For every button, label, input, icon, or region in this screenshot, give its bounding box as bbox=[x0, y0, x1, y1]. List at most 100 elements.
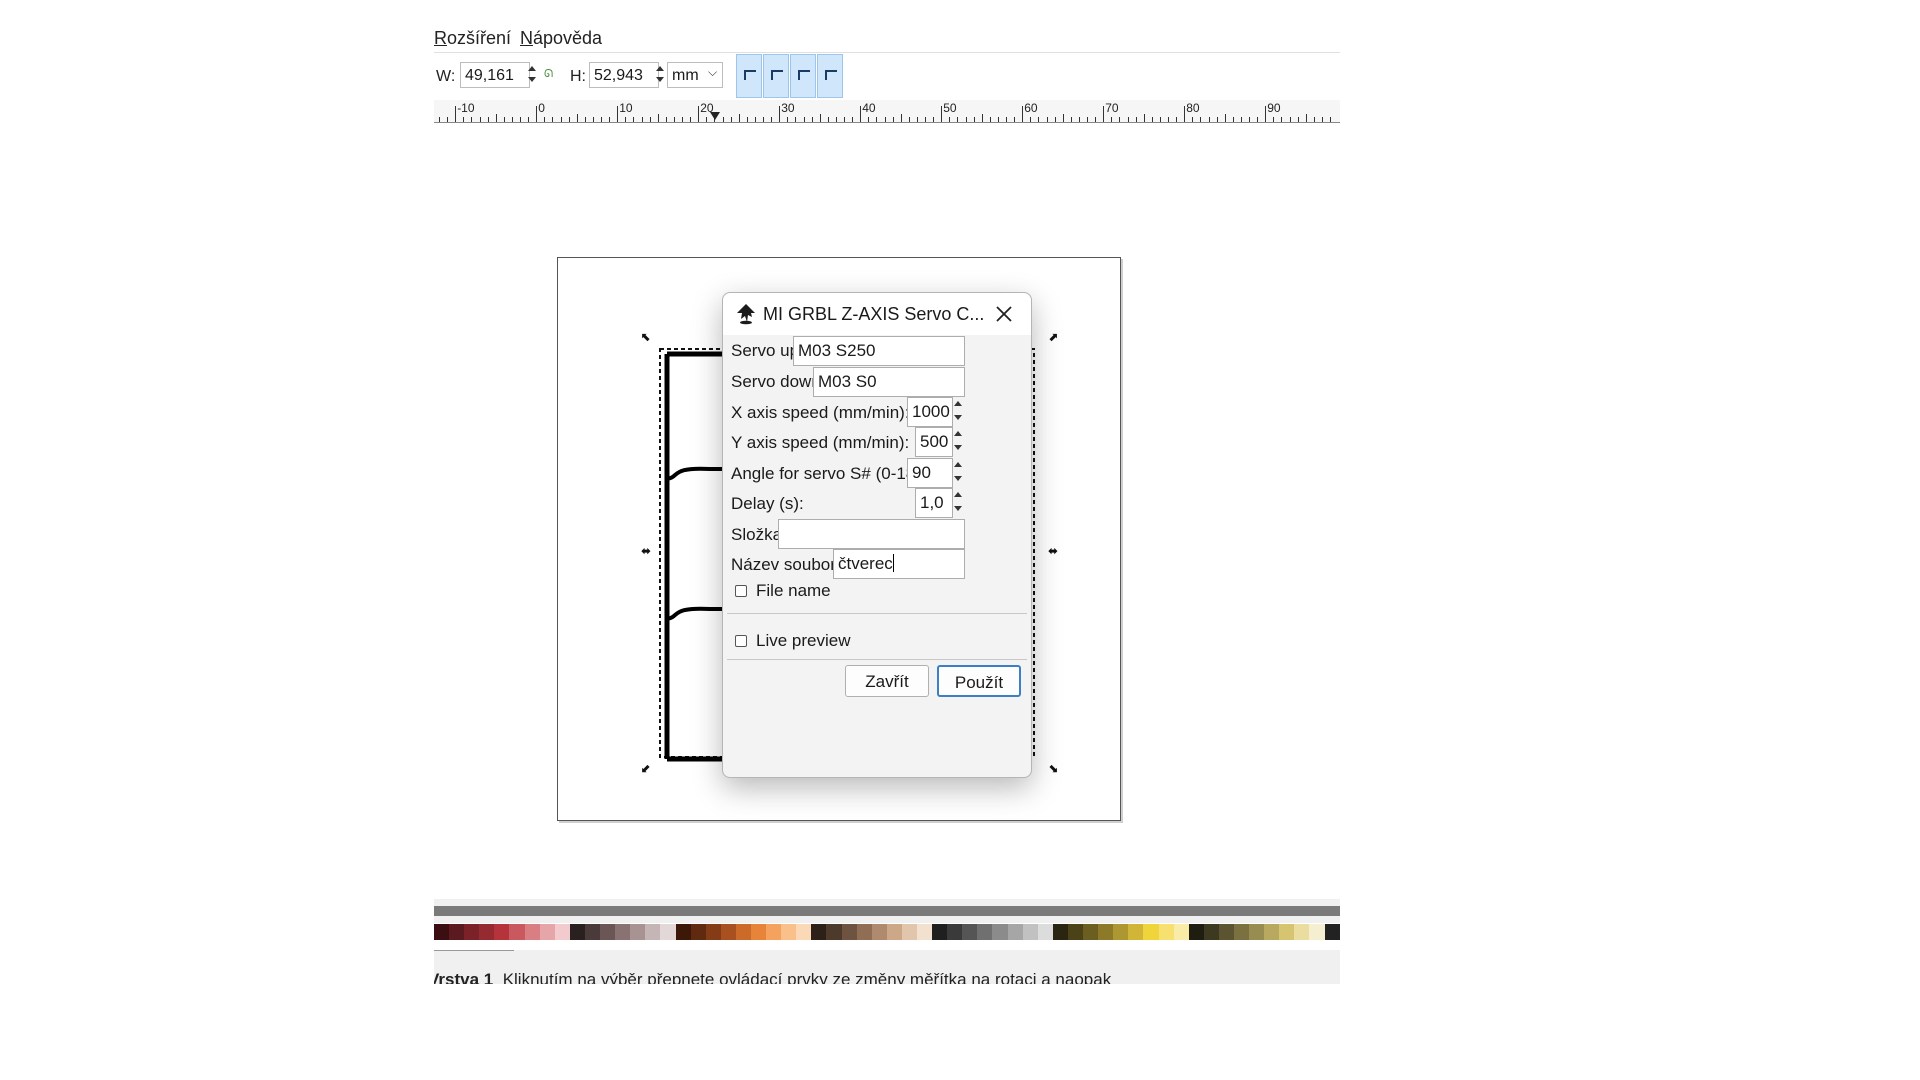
palette-swatch[interactable] bbox=[524, 924, 540, 940]
palette-swatch[interactable] bbox=[494, 924, 510, 940]
palette-swatch[interactable] bbox=[1143, 924, 1159, 940]
palette-swatch[interactable] bbox=[675, 924, 691, 940]
palette-swatch[interactable] bbox=[781, 924, 797, 940]
scale-corners-icon[interactable] bbox=[763, 54, 789, 98]
palette-swatch[interactable] bbox=[539, 924, 555, 940]
palette-swatch[interactable] bbox=[660, 924, 676, 940]
palette-swatch[interactable] bbox=[766, 924, 782, 940]
palette-swatch[interactable] bbox=[479, 924, 495, 940]
y-speed-input[interactable]: 500 bbox=[915, 427, 953, 457]
color-palette[interactable] bbox=[434, 924, 1340, 940]
dialog-titlebar[interactable]: MI GRBL Z-AXIS Servo C... bbox=[723, 293, 1031, 335]
scale-handle-se[interactable]: ⬊ bbox=[1047, 762, 1059, 774]
palette-swatch[interactable] bbox=[449, 924, 465, 940]
folder-input[interactable] bbox=[778, 519, 965, 549]
servo-up-input[interactable]: M03 S250 bbox=[793, 336, 965, 366]
palette-swatch[interactable] bbox=[977, 924, 993, 940]
palette-swatch[interactable] bbox=[1324, 924, 1340, 940]
palette-swatch[interactable] bbox=[947, 924, 963, 940]
file-name-checkbox[interactable] bbox=[735, 585, 747, 597]
palette-swatch[interactable] bbox=[1052, 924, 1068, 940]
palette-swatch[interactable] bbox=[750, 924, 767, 940]
palette-swatch[interactable] bbox=[1022, 924, 1038, 940]
delay-input[interactable]: 1,0 bbox=[915, 488, 953, 518]
palette-swatch[interactable] bbox=[1098, 924, 1114, 940]
palette-swatch[interactable] bbox=[434, 924, 450, 940]
palette-swatch[interactable] bbox=[509, 924, 525, 940]
close-button[interactable]: Zavřít bbox=[845, 665, 929, 697]
scale-handle-nw[interactable]: ⬉ bbox=[640, 331, 652, 343]
palette-swatch[interactable] bbox=[871, 924, 887, 940]
width-stepper[interactable] bbox=[526, 62, 538, 88]
y-speed-stepper[interactable] bbox=[952, 427, 964, 457]
palette-swatch[interactable] bbox=[841, 924, 857, 940]
scale-handle-sw[interactable]: ⬋ bbox=[640, 762, 652, 774]
palette-swatch[interactable] bbox=[735, 924, 751, 940]
palette-swatch[interactable] bbox=[992, 924, 1008, 940]
palette-swatch[interactable] bbox=[554, 924, 570, 940]
palette-swatch[interactable] bbox=[1294, 924, 1310, 940]
horizontal-ruler[interactable]: -10 0 10 20 30 40 50 60 70 80 90 bbox=[434, 100, 1340, 123]
palette-swatch[interactable] bbox=[1203, 924, 1219, 940]
palette-swatch[interactable] bbox=[886, 924, 902, 940]
scale-handle-e[interactable]: ⬌ bbox=[1047, 545, 1059, 557]
filename-input[interactable]: čtverec bbox=[833, 549, 965, 579]
servo-angle-input[interactable]: 90 bbox=[907, 458, 953, 488]
scale-handle-ne[interactable]: ⬈ bbox=[1047, 331, 1059, 343]
palette-swatch[interactable] bbox=[1128, 924, 1144, 940]
palette-swatch[interactable] bbox=[645, 924, 661, 940]
palette-swatch[interactable] bbox=[630, 924, 646, 940]
palette-swatch[interactable] bbox=[1218, 924, 1234, 940]
palette-swatch[interactable] bbox=[962, 924, 978, 940]
palette-swatch[interactable] bbox=[584, 924, 601, 940]
palette-swatch[interactable] bbox=[569, 924, 585, 940]
palette-swatch[interactable] bbox=[917, 924, 933, 940]
palette-swatch[interactable] bbox=[1173, 924, 1189, 940]
live-preview-checkbox[interactable] bbox=[735, 635, 747, 647]
palette-swatch[interactable] bbox=[1249, 924, 1265, 940]
height-input[interactable]: 52,943 bbox=[589, 62, 659, 88]
lock-icon[interactable]: ᘏ bbox=[544, 68, 553, 81]
servo-down-input[interactable]: M03 S0 bbox=[813, 367, 965, 397]
palette-swatch[interactable] bbox=[690, 924, 706, 940]
palette-swatch[interactable] bbox=[600, 924, 616, 940]
palette-swatch[interactable] bbox=[826, 924, 842, 940]
move-patterns-icon[interactable] bbox=[817, 54, 843, 98]
x-speed-stepper[interactable] bbox=[952, 397, 964, 427]
menu-extensions[interactable]: Rozšíření bbox=[434, 28, 511, 49]
palette-swatch[interactable] bbox=[901, 924, 917, 940]
palette-swatch[interactable] bbox=[1158, 924, 1174, 940]
palette-swatch[interactable] bbox=[705, 924, 721, 940]
width-input[interactable]: 49,161 bbox=[460, 62, 530, 88]
unit-select[interactable]: mm ⌵ bbox=[667, 62, 723, 88]
close-icon[interactable] bbox=[991, 301, 1017, 327]
palette-swatch[interactable] bbox=[1233, 924, 1250, 940]
palette-swatch[interactable] bbox=[464, 924, 480, 940]
palette-swatch[interactable] bbox=[1279, 924, 1295, 940]
palette-swatch[interactable] bbox=[1188, 924, 1204, 940]
palette-swatch[interactable] bbox=[1113, 924, 1129, 940]
palette-swatch[interactable] bbox=[796, 924, 812, 940]
layer-indicator[interactable]: Vrstva 1 bbox=[434, 970, 493, 984]
palette-swatch[interactable] bbox=[1037, 924, 1053, 940]
palette-swatch[interactable] bbox=[1083, 924, 1099, 940]
palette-swatch[interactable] bbox=[1309, 924, 1325, 940]
height-stepper[interactable] bbox=[654, 62, 666, 88]
palette-swatch[interactable] bbox=[1264, 924, 1280, 940]
palette-swatch[interactable] bbox=[811, 924, 827, 940]
scale-handle-w[interactable]: ⬌ bbox=[640, 545, 652, 557]
palette-swatch[interactable] bbox=[856, 924, 872, 940]
scale-stroke-icon[interactable] bbox=[736, 54, 762, 98]
apply-button[interactable]: Použít bbox=[937, 665, 1021, 697]
palette-swatch[interactable] bbox=[1007, 924, 1023, 940]
x-speed-input[interactable]: 1000 bbox=[907, 397, 953, 427]
servo-angle-stepper[interactable] bbox=[952, 458, 964, 488]
palette-swatch[interactable] bbox=[615, 924, 631, 940]
move-gradients-icon[interactable] bbox=[790, 54, 816, 98]
palette-swatch[interactable] bbox=[932, 924, 948, 940]
palette-swatch[interactable] bbox=[1067, 924, 1084, 940]
horizontal-scrollbar[interactable] bbox=[434, 906, 1340, 916]
palette-swatch[interactable] bbox=[720, 924, 736, 940]
delay-stepper[interactable] bbox=[952, 488, 964, 518]
menu-help[interactable]: Nápověda bbox=[520, 28, 602, 49]
